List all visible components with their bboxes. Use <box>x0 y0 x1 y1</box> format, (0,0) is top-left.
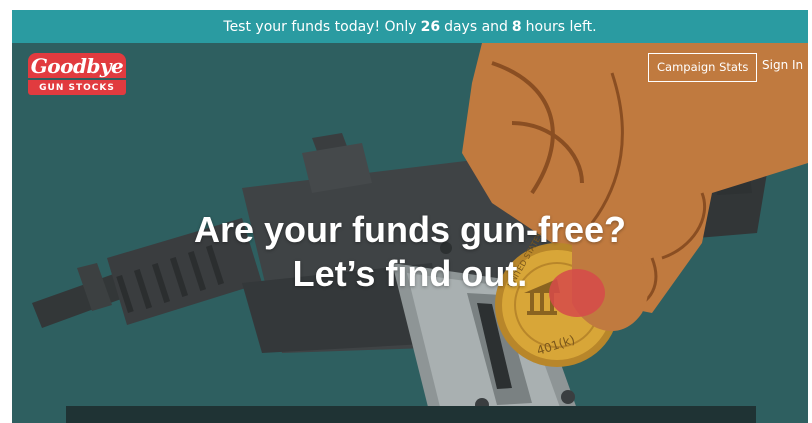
hero-bottom-panel <box>66 406 756 423</box>
hero-section: 401(k) UNITED STATES Goodbye GUN STOCKS … <box>12 43 808 423</box>
logo[interactable]: Goodbye GUN STOCKS <box>28 53 126 96</box>
hero-headline-line2: Let’s find out. <box>292 253 528 294</box>
banner-prefix: Test your funds today! Only <box>223 18 417 35</box>
logo-subtitle: GUN STOCKS <box>28 80 126 95</box>
logo-wordmark: Goodbye <box>28 53 126 78</box>
hero-headline-line1: Are your funds gun-free? <box>193 209 627 250</box>
sign-in-link[interactable]: Sign In <box>762 58 803 72</box>
countdown-banner: Test your funds today! Only 26 days and … <box>12 10 808 43</box>
banner-hours: 8 <box>511 18 522 35</box>
banner-suffix: hours left. <box>525 18 597 35</box>
banner-middle: days and <box>444 18 508 35</box>
hero-headline: Are your funds gun-free? Let’s find out. <box>12 208 808 296</box>
campaign-stats-button[interactable]: Campaign Stats <box>648 53 758 82</box>
banner-days: 26 <box>420 18 441 35</box>
page-frame: Test your funds today! Only 26 days and … <box>12 10 808 423</box>
